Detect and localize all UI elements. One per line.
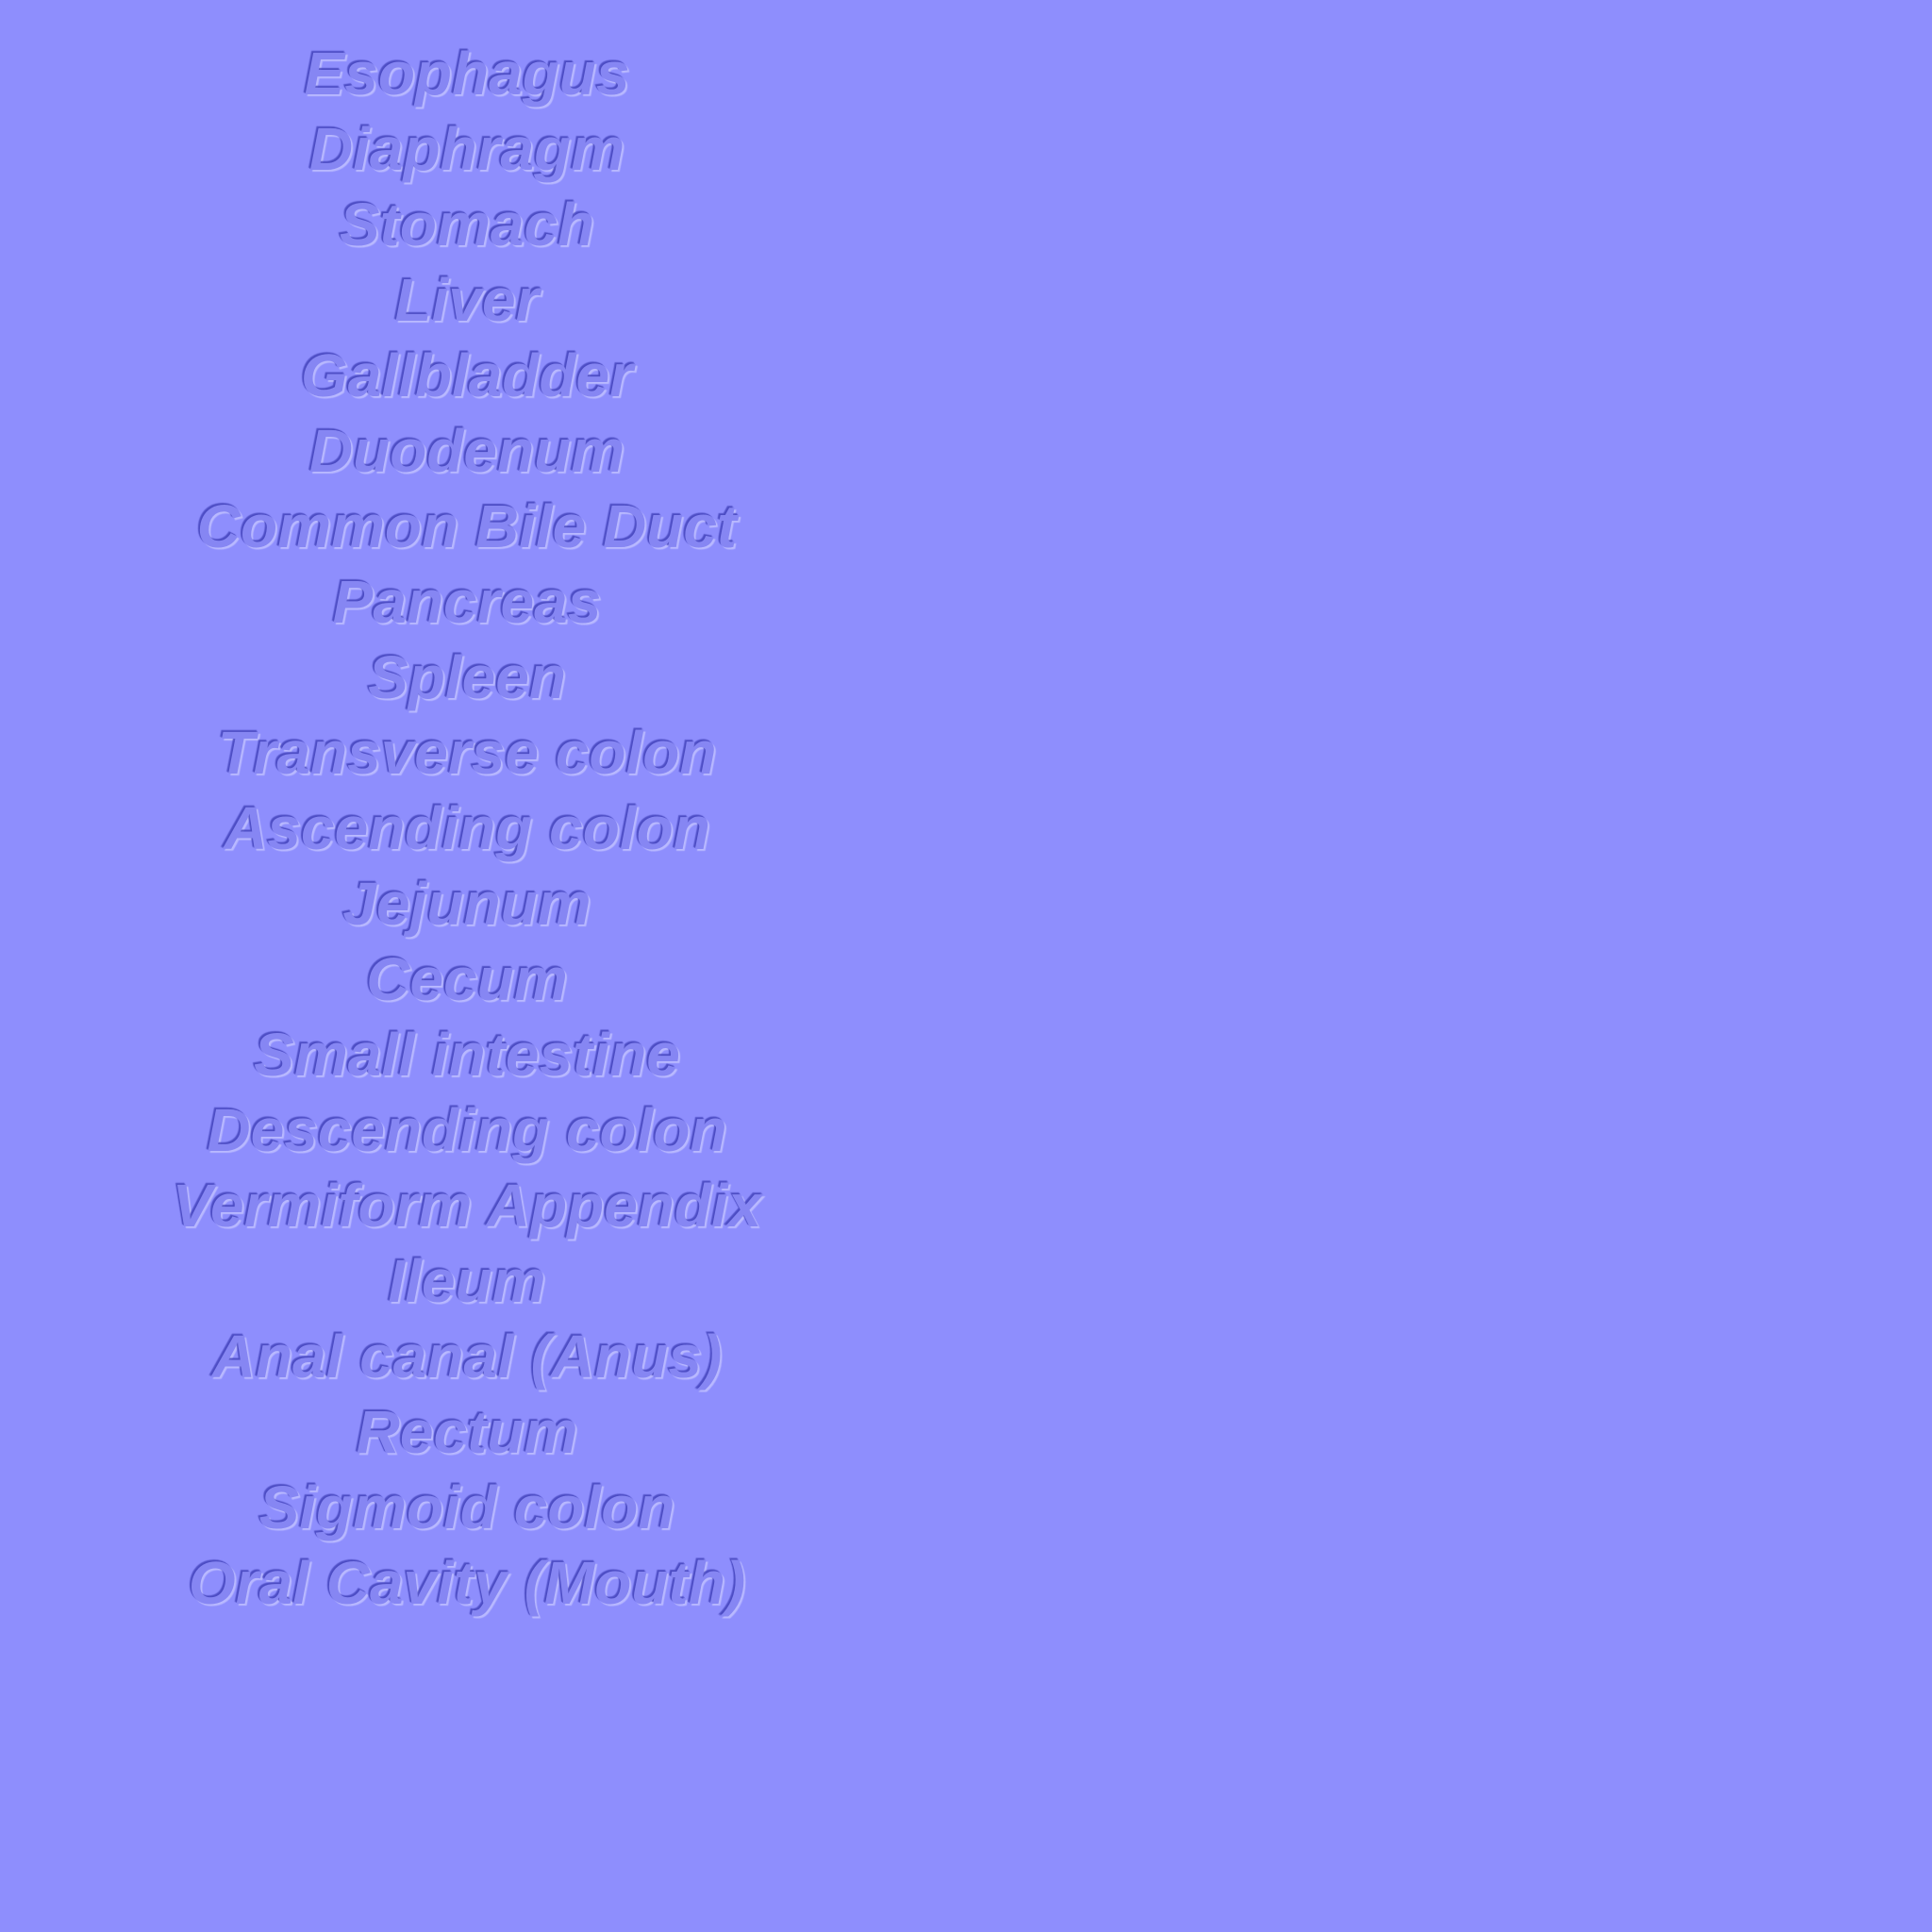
anatomy-label-list: Esophagus Diaphragm Stomach Liver Gallbl… xyxy=(0,36,934,1621)
label-ascending-colon: Ascending colon xyxy=(224,794,710,862)
label-anal-canal: Anal canal (Anus) xyxy=(211,1323,723,1391)
label-small-intestine: Small intestine xyxy=(254,1021,680,1089)
label-vermiform-appendix: Vermiform Appendix xyxy=(172,1172,762,1240)
label-stomach: Stomach xyxy=(339,191,595,258)
label-oral-cavity: Oral Cavity (Mouth) xyxy=(188,1549,746,1617)
label-diaphragm: Diaphragm xyxy=(308,115,625,183)
label-jejunum: Jejunum xyxy=(342,870,591,938)
label-cecum: Cecum xyxy=(366,945,568,1013)
label-common-bile-duct: Common Bile Duct xyxy=(196,492,738,560)
label-liver: Liver xyxy=(394,266,540,334)
label-spleen: Spleen xyxy=(368,643,566,711)
label-gallbladder: Gallbladder xyxy=(300,341,634,409)
label-esophagus: Esophagus xyxy=(304,40,630,108)
label-duodenum: Duodenum xyxy=(308,417,625,485)
label-sigmoid-colon: Sigmoid colon xyxy=(258,1474,675,1541)
label-pancreas: Pancreas xyxy=(332,568,602,636)
label-transverse-colon: Transverse colon xyxy=(217,719,717,787)
label-descending-colon: Descending colon xyxy=(207,1096,727,1164)
label-rectum: Rectum xyxy=(356,1398,578,1466)
label-ileum: Ileum xyxy=(388,1247,546,1315)
embossed-label-canvas: Esophagus Diaphragm Stomach Liver Gallbl… xyxy=(0,0,1932,1932)
